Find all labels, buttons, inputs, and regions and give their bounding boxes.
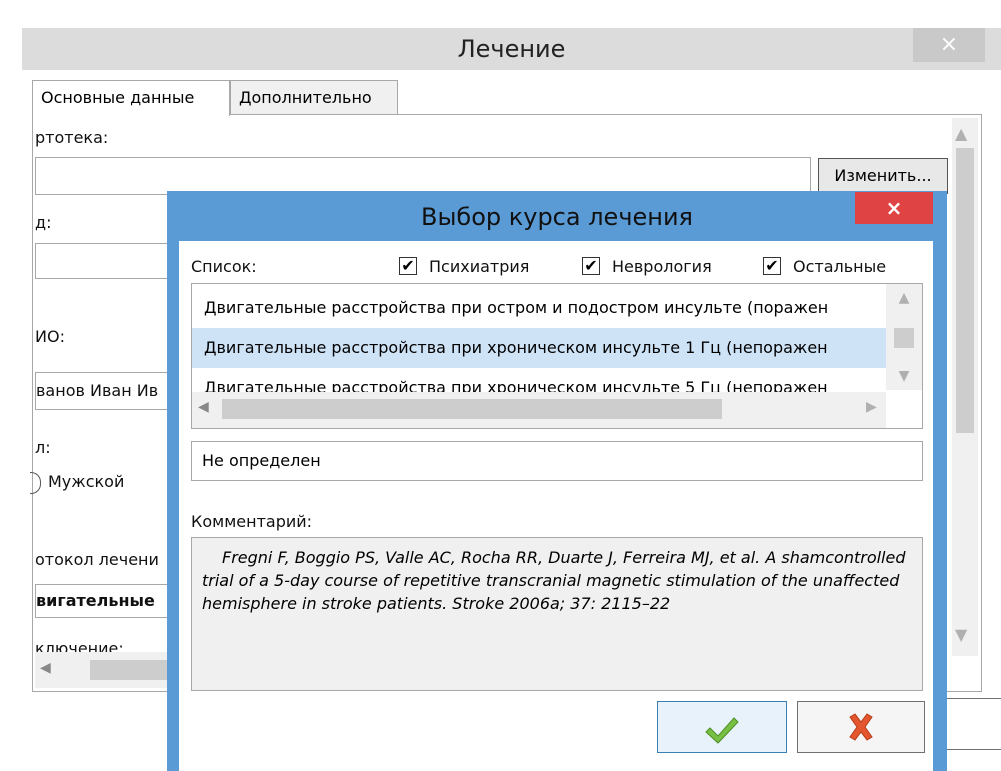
course-status-field[interactable]: Не определен bbox=[191, 441, 923, 481]
filter-neurology-checkbox[interactable]: ✔ bbox=[582, 257, 600, 275]
filter-psychiatry-label: Психиатрия bbox=[429, 257, 530, 276]
checkmark-icon: ✔ bbox=[401, 256, 415, 275]
outer-ok-button[interactable] bbox=[940, 698, 1001, 750]
checkmark-icon: ✔ bbox=[584, 256, 598, 275]
cancel-button[interactable] bbox=[797, 701, 925, 753]
treatment-window-title: Лечение bbox=[457, 35, 566, 63]
scroll-left-arrow-icon[interactable]: ◀ bbox=[198, 399, 209, 415]
fio-field[interactable]: ванов Иван Ив bbox=[35, 372, 175, 410]
course-selection-dialog-title: Выбор курса лечения bbox=[420, 203, 693, 231]
id-label: д: bbox=[35, 213, 52, 232]
conclusion-label: ключение: bbox=[35, 639, 124, 652]
close-icon: × bbox=[939, 32, 959, 57]
comment-text: Fregni F, Boggio PS, Valle AC, Rocha RR,… bbox=[202, 548, 906, 613]
tab-additional[interactable]: Дополнительно bbox=[230, 80, 398, 114]
fio-label: ИО: bbox=[35, 327, 65, 346]
course-list-horizontal-scroll-thumb[interactable] bbox=[222, 399, 722, 419]
ok-button[interactable] bbox=[657, 701, 787, 753]
checkmark-icon: ✔ bbox=[765, 256, 779, 275]
filter-psychiatry-checkbox[interactable]: ✔ bbox=[399, 257, 417, 275]
treatment-window-close-button[interactable]: × bbox=[913, 28, 985, 62]
outer-vertical-scroll-thumb[interactable] bbox=[956, 148, 974, 433]
comment-label: Комментарий: bbox=[191, 512, 313, 531]
course-list-item-selected[interactable]: Двигательные расстройства при хроническо… bbox=[192, 328, 888, 368]
scroll-down-arrow-icon[interactable]: ▼ bbox=[886, 368, 922, 384]
list-label: Список: bbox=[191, 257, 257, 276]
change-card-button[interactable]: Изменить... bbox=[818, 158, 948, 194]
protocol-label: отокол лечени bbox=[35, 550, 159, 569]
tab-main-data[interactable]: Основные данные bbox=[32, 80, 230, 116]
protocol-field[interactable]: вигательные bbox=[35, 584, 175, 618]
scroll-left-arrow-icon[interactable]: ◀ bbox=[40, 660, 51, 676]
id-field[interactable] bbox=[35, 243, 175, 279]
scroll-up-arrow-icon[interactable]: ▲ bbox=[955, 124, 967, 143]
close-icon bbox=[849, 713, 873, 741]
close-icon: × bbox=[885, 196, 903, 220]
course-selection-close-button[interactable]: × bbox=[855, 192, 933, 224]
scroll-right-arrow-icon[interactable]: ▶ bbox=[866, 399, 877, 415]
scroll-up-arrow-icon[interactable]: ▲ bbox=[886, 290, 922, 306]
sex-value: Мужской bbox=[48, 472, 125, 491]
filter-other-label: Остальные bbox=[793, 257, 887, 276]
course-list-vertical-scroll-thumb[interactable] bbox=[894, 328, 914, 348]
course-list-item[interactable]: Двигательные расстройства при остром и п… bbox=[192, 288, 888, 328]
card-label: ртотека: bbox=[35, 128, 109, 147]
filter-neurology-label: Неврология bbox=[612, 257, 712, 276]
scroll-down-arrow-icon[interactable]: ▼ bbox=[955, 625, 967, 644]
sex-label: л: bbox=[35, 438, 51, 457]
check-icon bbox=[705, 717, 739, 744]
comment-field[interactable]: Fregni F, Boggio PS, Valle AC, Rocha RR,… bbox=[191, 537, 923, 691]
card-field[interactable] bbox=[35, 157, 811, 195]
filter-other-checkbox[interactable]: ✔ bbox=[763, 257, 781, 275]
